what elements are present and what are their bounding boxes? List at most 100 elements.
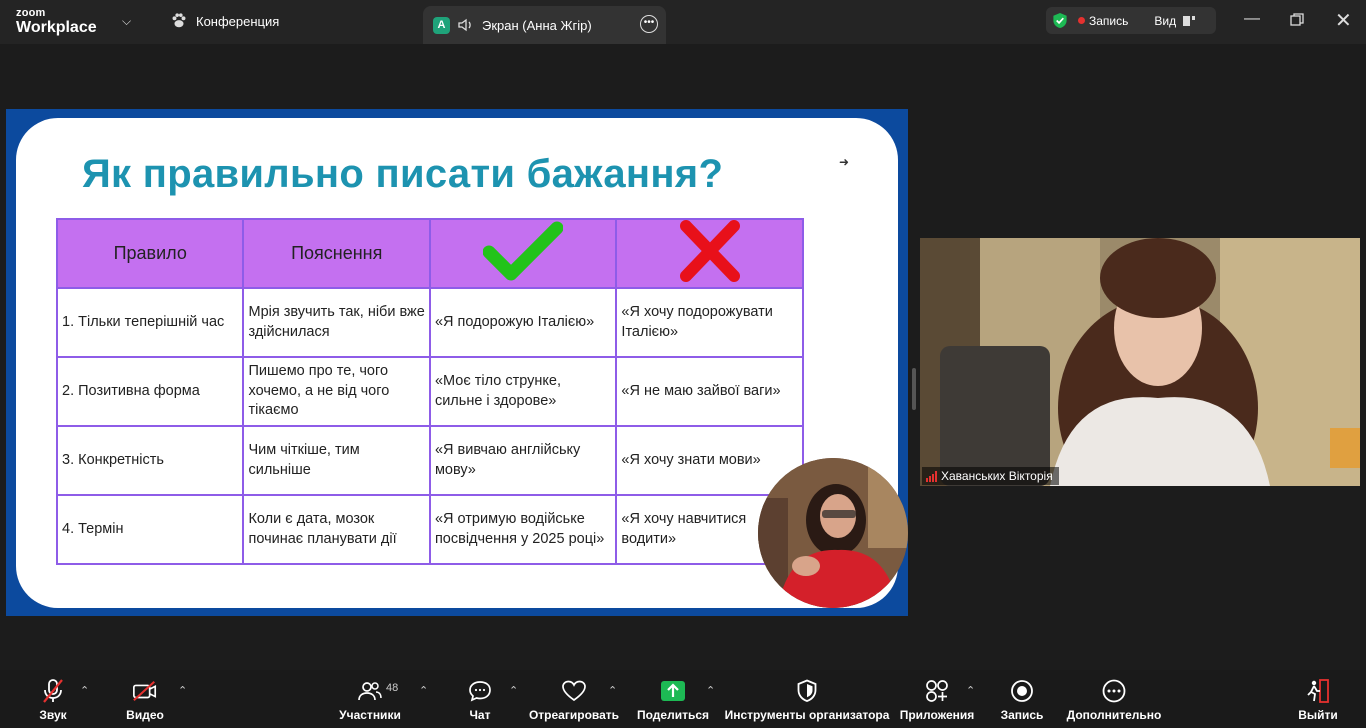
chevron-up-icon[interactable]: ⌃: [509, 684, 518, 697]
cell-explanation: Коли є дата, мозок починає планувати дії: [242, 494, 431, 565]
video-button[interactable]: Видео: [124, 670, 166, 728]
chevron-up-icon[interactable]: ⌃: [706, 684, 715, 697]
close-icon[interactable]: ✕: [1335, 8, 1352, 33]
share-screen-icon: [660, 678, 686, 704]
cell-explanation: Пишемо про те, чого хочемо, а не від чог…: [242, 356, 431, 427]
more-button[interactable]: Дополнительно: [1066, 670, 1162, 728]
participants-icon: [357, 678, 383, 704]
header-explanation: Пояснення: [242, 218, 431, 289]
security-record-view-pill: Запись Вид: [1046, 7, 1216, 34]
leave-label: Выйти: [1298, 708, 1338, 722]
more-label: Дополнительно: [1066, 708, 1162, 722]
shield-icon: [794, 678, 820, 704]
speaker-icon: [458, 18, 471, 32]
react-button[interactable]: Отреагировать: [528, 670, 620, 728]
chat-label: Чат: [469, 708, 491, 722]
cell-rule: 4. Термін: [55, 494, 245, 565]
shield-check-icon[interactable]: [1052, 12, 1068, 29]
checkmark-icon: [482, 221, 564, 281]
chevron-up-icon[interactable]: ⌃: [178, 684, 187, 697]
audio-button[interactable]: Звук: [34, 670, 72, 728]
chat-bubble-icon: [467, 678, 493, 704]
cell-explanation: Мрія звучить так, ніби вже здійснилася: [242, 287, 431, 358]
view-layout-icon[interactable]: [1182, 15, 1196, 27]
table-row: 4. Термін Коли є дата, мозок починає пла…: [55, 494, 804, 565]
apps-label: Приложения: [899, 708, 975, 722]
presenter-avatar: A: [433, 16, 450, 34]
share-label: Поделиться: [636, 708, 710, 722]
slide-title: Як правильно писати бажання?: [82, 152, 724, 196]
table-row: 2. Позитивна форма Пишемо про те, чого х…: [55, 356, 804, 427]
apps-button[interactable]: Приложения: [899, 670, 975, 728]
cross-icon: [679, 220, 740, 282]
header-correct: [428, 218, 618, 289]
ellipsis-icon: [1101, 678, 1127, 704]
recording-dot-icon: [1078, 17, 1085, 24]
tab-screen-label: Экран (Анна Жгір): [482, 17, 592, 33]
splitter-handle[interactable]: [912, 368, 916, 410]
participant-name: Хаванських Вікторія: [941, 469, 1053, 483]
header-incorrect: [615, 218, 804, 289]
cell-correct: «Я вивчаю англійську мову»: [428, 425, 618, 496]
chat-button[interactable]: Чат: [466, 670, 494, 728]
cell-incorrect: «Я хочу подорожувати Італією»: [615, 287, 804, 358]
more-options-icon[interactable]: •••: [640, 15, 658, 33]
participant-video[interactable]: [920, 238, 1360, 486]
chevron-down-icon[interactable]: ⌵: [122, 14, 131, 29]
tab-conference[interactable]: Конференция: [170, 12, 279, 30]
apps-icon: [924, 678, 950, 704]
participant-name-tag: Хаванських Вікторія: [922, 467, 1059, 485]
logo-line1: zoom: [16, 7, 46, 19]
chevron-up-icon[interactable]: ⌃: [608, 684, 617, 697]
cell-correct: «Я отримую водійське посвідчення у 2025 …: [428, 494, 618, 565]
paw-icon: [172, 13, 186, 28]
rules-table: Правило Пояснення 1. Тільки теперішній ч…: [55, 218, 804, 565]
video-label: Видео: [126, 708, 164, 722]
cell-rule: 1. Тільки теперішній час: [55, 287, 245, 358]
table-row: 3. Конкретність Чим чіткіше, тим сильніш…: [55, 425, 804, 496]
title-bar: zoom Workplace ⌵ Конференция A Экран (Ан…: [0, 0, 1366, 44]
microphone-muted-icon: [40, 678, 66, 704]
meeting-toolbar: Звук ⌃ Видео ⌃ Участники 48 ⌃ Чат ⌃ Отре…: [0, 670, 1366, 728]
minimize-icon[interactable]: —: [1244, 10, 1260, 28]
cell-incorrect: «Я не маю зайвої ваги»: [615, 356, 804, 427]
cell-correct: «Я подорожую Італією»: [428, 287, 618, 358]
presenter-video-image: [758, 458, 908, 608]
participants-label: Участники: [339, 708, 401, 722]
table-header-row: Правило Пояснення: [55, 218, 804, 289]
record-label: Запись: [1000, 708, 1044, 722]
exit-door-icon: [1305, 678, 1331, 704]
host-tools-label: Инструменты организатора: [724, 708, 890, 722]
tab-conference-label: Конференция: [196, 13, 280, 29]
host-tools-button[interactable]: Инструменты организатора: [725, 670, 889, 728]
tab-screen-share[interactable]: A Экран (Анна Жгір) •••: [423, 6, 666, 44]
record-icon: [1009, 678, 1035, 704]
participant-video-image: [920, 238, 1360, 486]
cell-rule: 3. Конкретність: [55, 425, 245, 496]
logo-line2: Workplace: [16, 19, 97, 36]
participants-count: 48: [386, 682, 399, 694]
audio-label: Звук: [39, 708, 67, 722]
signal-strength-icon: [926, 470, 937, 482]
react-label: Отреагировать: [528, 708, 620, 722]
chevron-up-icon[interactable]: ⌃: [80, 684, 89, 697]
cell-rule: 2. Позитивна форма: [55, 356, 245, 427]
presenter-video-bubble[interactable]: [758, 458, 908, 608]
camera-off-icon: [132, 678, 158, 704]
heart-icon: [561, 678, 587, 704]
cell-correct: «Моє тіло струнке, сильне і здорове»: [428, 356, 618, 427]
recording-label[interactable]: Запись: [1089, 14, 1128, 28]
record-button[interactable]: Запись: [1000, 670, 1044, 728]
chevron-up-icon[interactable]: ⌃: [419, 684, 428, 697]
view-button[interactable]: Вид: [1154, 14, 1176, 28]
arrow-right-icon: ➜: [839, 155, 850, 169]
table-row: 1. Тільки теперішній час Мрія звучить та…: [55, 287, 804, 358]
cell-explanation: Чим чіткіше, тим сильніше: [242, 425, 431, 496]
leave-button[interactable]: Выйти: [1298, 670, 1338, 728]
chevron-up-icon[interactable]: ⌃: [966, 684, 975, 697]
share-button[interactable]: Поделиться: [636, 670, 710, 728]
participants-button[interactable]: Участники: [338, 670, 402, 728]
header-rule: Правило: [55, 218, 245, 289]
zoom-logo: zoom Workplace: [16, 8, 97, 36]
restore-icon[interactable]: [1290, 13, 1304, 27]
